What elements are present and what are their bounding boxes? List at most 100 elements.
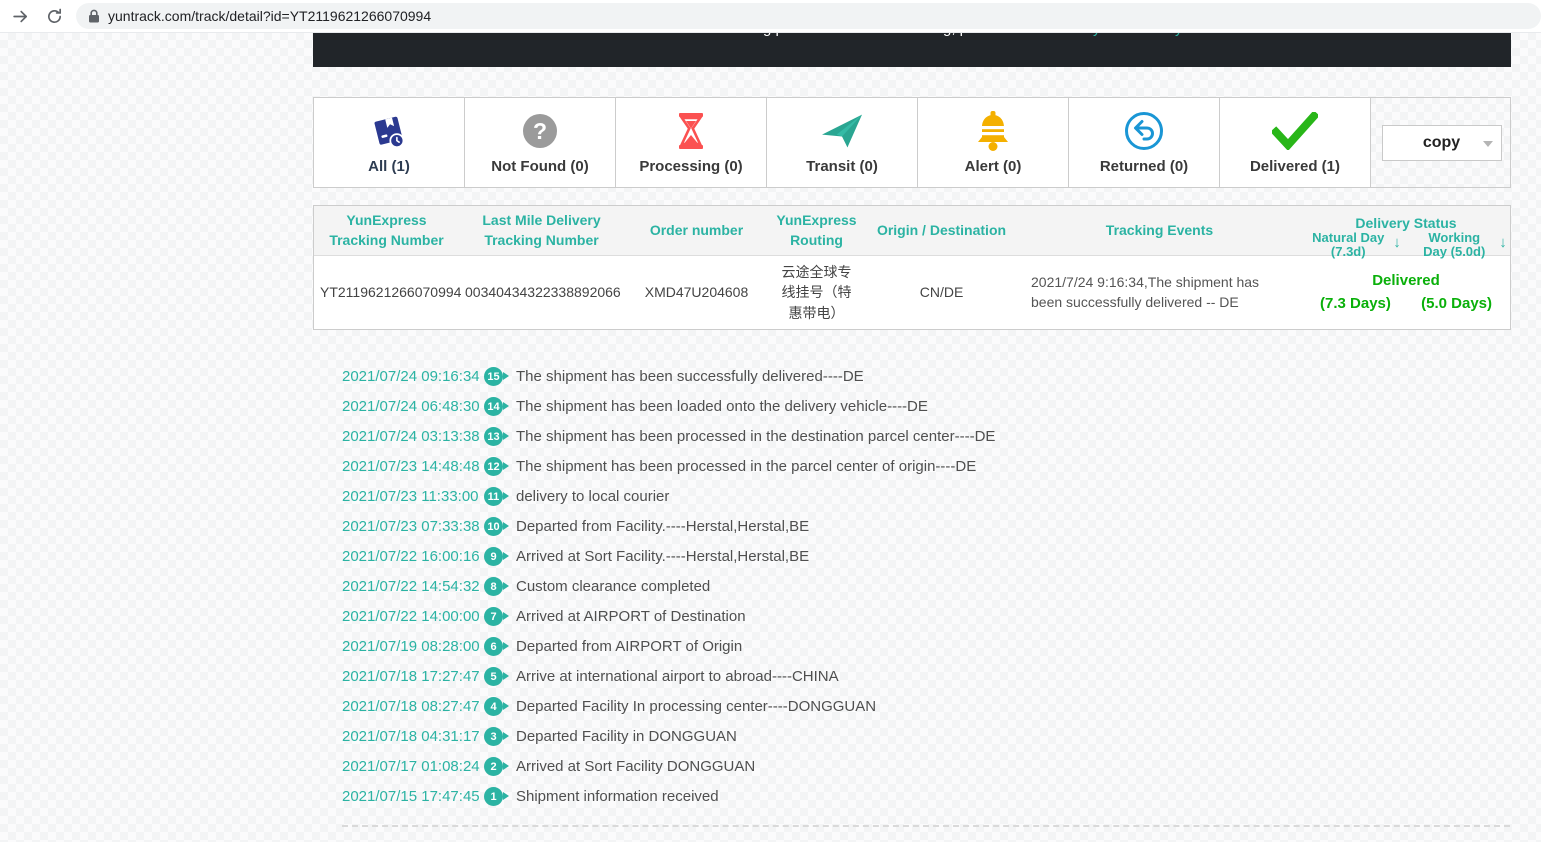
- col-routing: YunExpress Routing: [776, 211, 857, 248]
- event-number-badge: 15: [484, 367, 509, 387]
- timeline-event: 2021/07/22 14:00:00 7 Arrived at AIRPORT o…: [342, 602, 1511, 632]
- event-time: 2021/07/24 09:16:34: [342, 368, 480, 386]
- table-header-row: YunExpress Tracking Number Last Mile Del…: [314, 206, 1510, 259]
- event-number-badge: 4: [484, 697, 509, 717]
- event-text: delivery to local courier: [516, 488, 670, 506]
- col-tracking-events: Tracking Events: [1105, 221, 1214, 238]
- col-last-mile: Last Mile Delivery Tracking Number: [482, 211, 601, 248]
- page-content: g p g, p y y All (1) ?: [313, 33, 1511, 842]
- status-filter-tabs: All (1) ? Not Found (0) Processing (0) T…: [313, 97, 1511, 188]
- check-icon: [1272, 110, 1318, 152]
- copy-button[interactable]: copy: [1381, 124, 1502, 161]
- paper-plane-icon: [820, 110, 864, 152]
- event-time: 2021/07/18 04:31:17: [342, 728, 480, 746]
- event-time: 2021/07/23 14:48:48: [342, 458, 480, 476]
- tracking-timeline: 2021/07/24 09:16:34 15 The shipment has be…: [313, 362, 1511, 812]
- event-number-badge: 13: [484, 427, 509, 447]
- event-text: The shipment has been processed in the p…: [516, 458, 977, 476]
- col-natural-day: Natural Day (7.3d) ↓: [1300, 230, 1410, 258]
- clipped-link-text: y: [1175, 33, 1183, 37]
- tab-alert[interactable]: Alert (0): [918, 98, 1069, 187]
- event-time: 2021/07/15 17:47:45: [342, 788, 480, 806]
- event-number-badge: 8: [484, 577, 509, 597]
- question-icon: ?: [523, 110, 557, 152]
- tab-alert-label: Alert (0): [964, 158, 1022, 175]
- tab-processing-label: Processing (0): [639, 158, 743, 175]
- event-number-badge: 11: [484, 487, 509, 507]
- working-day-label: Working Day (5.0d): [1423, 230, 1486, 260]
- timeline-event: 2021/07/23 14:48:48 12 The shipment has be…: [342, 452, 1511, 482]
- tab-returned-label: Returned (0): [1099, 158, 1189, 175]
- event-text: Arrived at Sort Facility DONGGUAN: [516, 758, 756, 776]
- working-days-value: (5.0 Days): [1421, 295, 1492, 313]
- event-text: Departed from AIRPORT of Origin: [516, 638, 743, 656]
- event-number-badge: 9: [484, 547, 509, 567]
- tracking-results-table: YunExpress Tracking Number Last Mile Del…: [313, 205, 1511, 330]
- timeline-event: 2021/07/23 07:33:38 10 Departed from Facil…: [342, 512, 1511, 542]
- tab-returned[interactable]: Returned (0): [1069, 98, 1220, 187]
- address-bar[interactable]: yuntrack.com/track/detail?id=YT211962126…: [76, 3, 1541, 29]
- cell-last-mile: 00340434322338892066: [465, 284, 621, 301]
- event-time: 2021/07/22 14:54:32: [342, 578, 480, 596]
- event-time: 2021/07/22 14:00:00: [342, 608, 480, 626]
- event-text: Custom clearance completed: [516, 578, 711, 596]
- tab-transit-label: Transit (0): [806, 158, 878, 175]
- forward-icon[interactable]: [8, 4, 32, 28]
- url-text: yuntrack.com/track/detail?id=YT211962126…: [108, 8, 432, 24]
- event-time: 2021/07/24 06:48:30: [342, 398, 480, 416]
- event-time: 2021/07/17 01:08:24: [342, 758, 480, 776]
- event-number-badge: 2: [484, 757, 509, 777]
- event-number-badge: 10: [484, 517, 509, 537]
- event-text: The shipment has been successfully deliv…: [516, 368, 864, 386]
- tab-processing[interactable]: Processing (0): [616, 98, 767, 187]
- timeline-event: 2021/07/24 03:13:38 13 The shipment has be…: [342, 422, 1511, 452]
- col-order-number: Order number: [649, 221, 744, 238]
- event-text: Departed from Facility.----Herstal,Herst…: [516, 518, 810, 536]
- natural-days-value: (7.3 Days): [1320, 295, 1391, 313]
- event-time: 2021/07/18 17:27:47: [342, 668, 480, 686]
- tab-not-found[interactable]: ? Not Found (0): [465, 98, 616, 187]
- dashed-divider: [342, 824, 1510, 827]
- timeline-event: 2021/07/24 06:48:30 14 The shipment has be…: [342, 392, 1511, 422]
- col-delivery-status: Delivery Status: [1355, 215, 1457, 231]
- clipped-text: g, p: [943, 33, 968, 37]
- sort-descending-icon[interactable]: ↓: [1393, 234, 1401, 252]
- clipped-text: g p: [763, 33, 784, 37]
- event-text: Departed Facility In processing center--…: [516, 698, 877, 716]
- event-text: Shipment information received: [516, 788, 719, 806]
- tab-all[interactable]: All (1): [314, 98, 465, 187]
- reload-icon[interactable]: [42, 4, 66, 28]
- event-time: 2021/07/24 03:13:38: [342, 428, 480, 446]
- sort-descending-icon[interactable]: ↓: [1499, 234, 1507, 252]
- status-badge: Delivered: [1372, 271, 1440, 289]
- event-number-badge: 6: [484, 637, 509, 657]
- tab-delivered-label: Delivered (1): [1249, 158, 1341, 175]
- hourglass-icon: [673, 110, 709, 152]
- event-number-badge: 7: [484, 607, 509, 627]
- tab-delivered[interactable]: Delivered (1): [1220, 98, 1371, 187]
- cell-tracking-number: YT2119621266070994: [320, 284, 462, 301]
- timeline-event: 2021/07/15 17:47:45 1 Shipment information…: [342, 782, 1511, 812]
- lock-icon: [88, 9, 100, 23]
- event-time: 2021/07/19 08:28:00: [342, 638, 480, 656]
- clipped-link-text: y: [1093, 33, 1101, 37]
- tab-transit[interactable]: Transit (0): [767, 98, 918, 187]
- cell-delivery-status: Delivered (7.3 Days) (5.0 Days): [1300, 264, 1512, 322]
- chevron-down-icon: [1482, 140, 1493, 147]
- tab-all-label: All (1): [368, 158, 410, 175]
- timeline-event: 2021/07/24 09:16:34 15 The shipment has be…: [342, 362, 1511, 392]
- cell-order-number: XMD47U204608: [644, 284, 749, 301]
- copy-button-label: copy: [1422, 133, 1461, 151]
- tab-not-found-label: Not Found (0): [491, 158, 589, 175]
- event-text: Arrived at Sort Facility.----Herstal,Her…: [516, 548, 810, 566]
- event-number-badge: 14: [484, 397, 509, 417]
- event-time: 2021/07/23 07:33:38: [342, 518, 480, 536]
- event-number-badge: 1: [484, 787, 509, 807]
- site-header-clipped: g p g, p y y: [313, 33, 1511, 67]
- cell-routing: 云途全球专线挂号（特惠带电）: [781, 264, 852, 321]
- cell-origin-destination: CN/DE: [919, 284, 964, 301]
- event-time: 2021/07/18 08:27:47: [342, 698, 480, 716]
- event-text: The shipment has been loaded onto the de…: [516, 398, 928, 416]
- timeline-event: 2021/07/19 08:28:00 6 Departed from AIRPOR…: [342, 632, 1511, 662]
- timeline-event: 2021/07/18 08:27:47 4 Departed Facility In…: [342, 692, 1511, 722]
